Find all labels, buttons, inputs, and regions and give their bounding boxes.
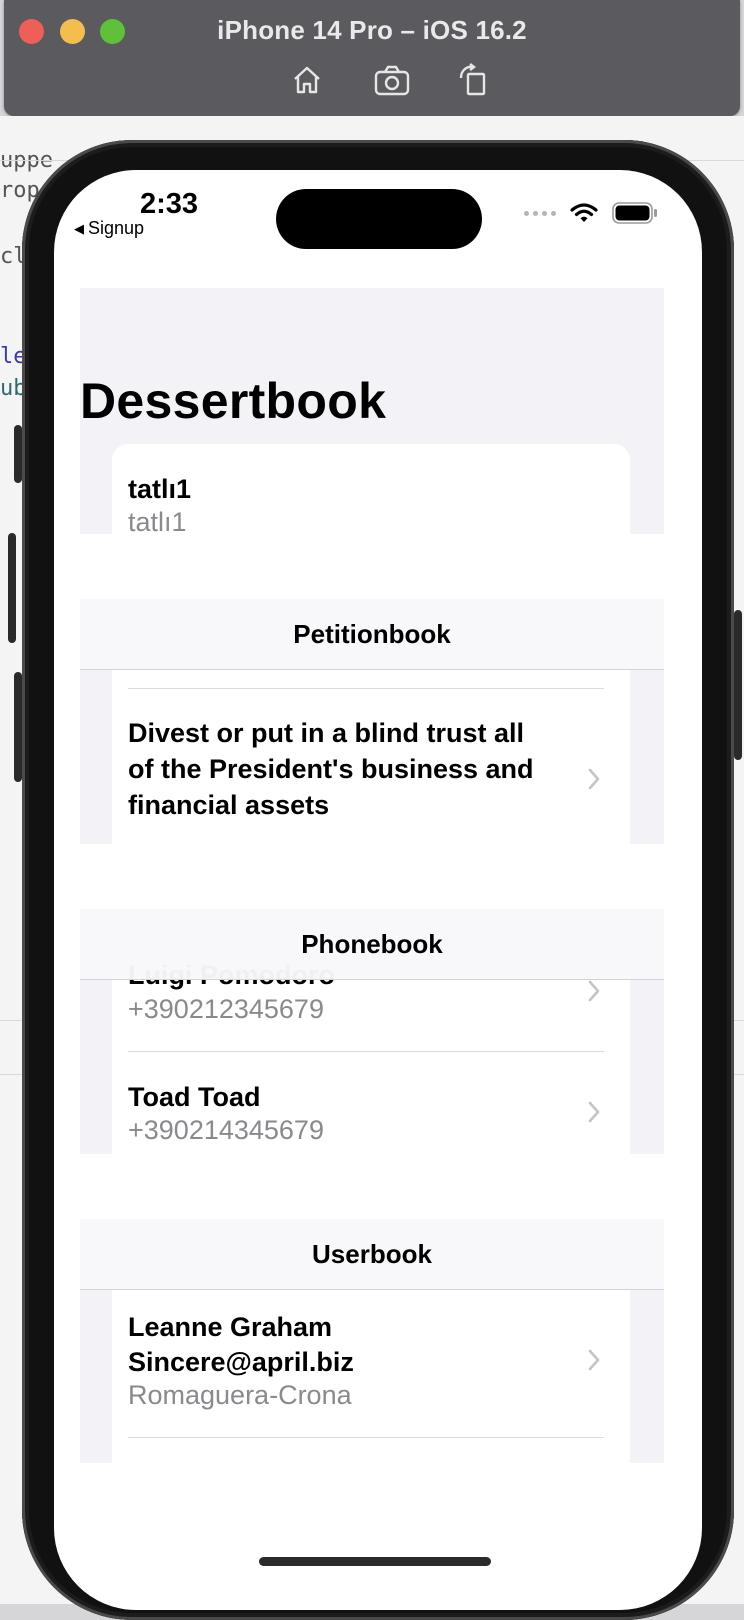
chevron-right-icon xyxy=(588,1349,600,1371)
home-button[interactable] xyxy=(287,62,327,98)
status-time: 2:33 xyxy=(140,188,199,220)
iphone-frame: 2:33 ◀ Signup Dessertbook tatlı1 tatlı1 … xyxy=(22,140,734,1620)
chevron-right-icon xyxy=(588,768,600,790)
home-indicator[interactable] xyxy=(259,1557,491,1566)
petition-text-line: of the President's business and xyxy=(128,754,534,784)
back-to-signup-link[interactable]: ◀ Signup xyxy=(74,218,144,239)
section-header-petitionbook: Petitionbook xyxy=(80,599,664,670)
row-separator xyxy=(128,1437,604,1438)
chevron-right-icon xyxy=(588,980,600,1002)
battery-icon xyxy=(612,202,657,224)
simulator-title: iPhone 14 Pro – iOS 16.2 xyxy=(217,15,527,45)
contact-name: Toad Toad xyxy=(128,1082,261,1112)
page-title: Dessertbook xyxy=(80,373,387,429)
user-company: Romaguera-Crona xyxy=(128,1380,352,1410)
petition-text-line: Divest or put in a blind trust all xyxy=(128,718,525,748)
status-icons xyxy=(524,202,658,224)
dynamic-island xyxy=(276,189,482,249)
petition-text-line: financial assets xyxy=(128,790,330,820)
rotate-icon xyxy=(459,63,486,96)
signal-dots-icon xyxy=(524,210,556,216)
section-header-userbook: Userbook xyxy=(80,1219,664,1290)
power-button xyxy=(734,610,742,760)
volume-down-button xyxy=(14,672,22,782)
chevron-right-icon xyxy=(588,1101,600,1123)
volume-up-button xyxy=(8,533,16,643)
user-email: Sincere@april.biz xyxy=(128,1347,354,1377)
contact-phone: +390212345679 xyxy=(128,994,324,1024)
back-arrow-icon: ◀ xyxy=(74,220,84,236)
dessert-subtitle: tatlı1 xyxy=(128,507,187,537)
dessert-name: tatlı1 xyxy=(128,474,192,504)
back-label: Signup xyxy=(88,218,145,238)
row-separator xyxy=(128,688,604,689)
mute-switch xyxy=(14,425,22,483)
wifi-icon xyxy=(570,203,598,222)
rotate-button[interactable] xyxy=(455,62,495,98)
row-separator xyxy=(128,1051,604,1052)
simulator-title-bar: iPhone 14 Pro – iOS 16.2 xyxy=(4,0,740,116)
screenshot-button[interactable] xyxy=(372,62,412,98)
screenshot-icon xyxy=(374,65,410,96)
contact-phone: +390214345679 xyxy=(128,1115,324,1145)
home-icon xyxy=(294,66,320,94)
user-name: Leanne Graham xyxy=(128,1312,333,1342)
section-header-phonebook: Phonebook xyxy=(80,909,664,980)
phone-screen: 2:33 ◀ Signup Dessertbook tatlı1 tatlı1 … xyxy=(54,170,702,1610)
